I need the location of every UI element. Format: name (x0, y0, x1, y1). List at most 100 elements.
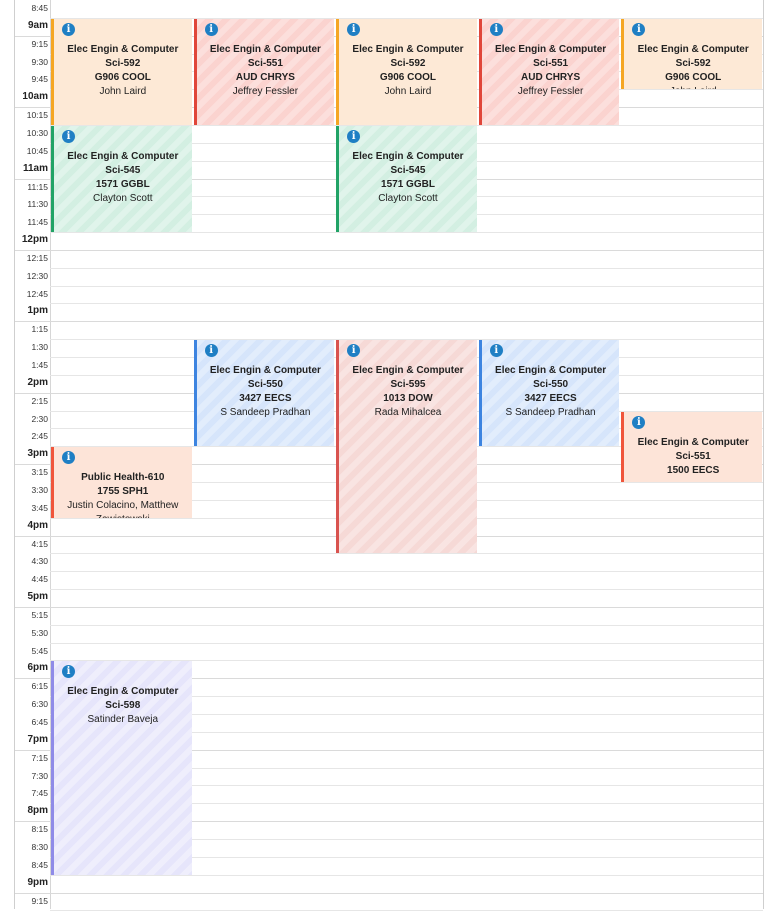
time-label: 9:30 (31, 56, 48, 67)
course-event-block[interactable]: i Elec Engin & Computer Sci-545 1571 GGBL C… (336, 125, 477, 233)
course-event-block[interactable]: i Elec Engin & Computer Sci-595 1013 DOW Ra… (336, 340, 477, 554)
info-icon[interactable]: i (204, 344, 218, 358)
info-icon[interactable]: i (347, 344, 361, 358)
time-label: 7pm (27, 733, 48, 745)
course-event-block[interactable]: i Elec Engin & Computer Sci-592 G906 COOL J… (51, 18, 192, 125)
time-label: 8:45 (31, 3, 48, 13)
course-event-block[interactable]: i Elec Engin & Computer Sci-550 3427 EECS S… (193, 340, 335, 447)
course-title: Elec Engin & Computer Sci-598 (67, 686, 179, 712)
info-icon[interactable]: i (347, 22, 361, 36)
time-label: 8:15 (31, 824, 48, 835)
time-label: 3:15 (31, 467, 48, 478)
time-row-line (50, 285, 763, 287)
time-row-line (50, 874, 763, 876)
info-icon[interactable]: i (632, 415, 646, 429)
info-icon[interactable]: i (489, 22, 503, 36)
course-event-block[interactable]: i Elec Engin & Computer Sci-551 AUD CHRYS J… (193, 18, 335, 125)
info-icon[interactable]: i (204, 22, 218, 36)
info-icon[interactable]: i (347, 129, 361, 143)
time-label: 6:45 (31, 717, 48, 727)
time-label: 6:30 (31, 699, 48, 710)
time-label: 1:15 (31, 324, 48, 335)
course-event-block[interactable]: i Elec Engin & Computer Sci-551 1500 EECS (621, 411, 762, 482)
time-label: 1:45 (31, 360, 48, 370)
course-instructor: Satinder Baveja (87, 714, 159, 726)
course-instructor: Justin Colacino, Matthew Zawistowski (67, 500, 179, 517)
info-icon[interactable]: i (62, 451, 75, 465)
info-icon[interactable]: i (62, 22, 75, 36)
time-row-line (50, 571, 763, 573)
course-instructor: John Laird (627, 85, 759, 89)
course-title: Public Health-610 (81, 472, 165, 484)
time-row-line (15, 892, 763, 894)
time-row-line (50, 553, 763, 555)
course-event-block[interactable]: i Elec Engin & Computer Sci-592 G906 COOL J… (621, 18, 762, 90)
time-label: 1:30 (31, 342, 48, 353)
course-event-block[interactable]: i Elec Engin & Computer Sci-551 AUD CHRYS J… (478, 18, 620, 125)
time-label: 10am (22, 91, 48, 103)
info-icon[interactable]: i (62, 665, 75, 679)
course-title: Elec Engin & Computer Sci-592 (67, 43, 179, 69)
time-label: 2pm (27, 376, 48, 388)
course-location: G906 COOL (665, 71, 722, 83)
time-label: 12:45 (26, 288, 48, 299)
course-instructor: Jeffrey Fessler (517, 85, 584, 97)
time-label: 12pm (21, 234, 48, 246)
course-title: Elec Engin & Computer Sci-545 (352, 150, 464, 176)
course-instructor: S Sandeep Pradhan (220, 407, 311, 419)
course-event-block[interactable]: i Elec Engin & Computer Sci-592 G906 COOL J… (336, 18, 477, 125)
course-event-block[interactable]: i Elec Engin & Computer Sci-550 3427 EECS S… (478, 340, 620, 447)
time-row-line (50, 267, 763, 269)
course-title: Elec Engin & Computer Sci-551 (637, 436, 749, 462)
course-event-block[interactable]: i Elec Engin & Computer Sci-598 Satinder B… (51, 661, 192, 875)
time-label: 8:45 (31, 859, 48, 870)
time-label: 5:45 (31, 645, 48, 656)
time-label: 11:45 (27, 217, 48, 228)
course-event-block[interactable]: i Public Health-610 1755 SPH1 Justin Colaci… (51, 447, 192, 518)
info-icon[interactable]: i (62, 129, 75, 143)
course-title: Elec Engin & Computer Sci-592 (637, 43, 749, 69)
time-label: 7:45 (31, 788, 48, 799)
course-title: Elec Engin & Computer Sci-550 (209, 365, 321, 391)
course-location: 1013 DOW (383, 393, 433, 405)
time-label: 6pm (27, 662, 48, 674)
time-label: 7:15 (31, 752, 48, 763)
time-label: 4pm (27, 519, 48, 531)
time-label: 9pm (27, 876, 48, 888)
course-instructor: John Laird (384, 85, 432, 97)
time-label: 11:30 (27, 199, 48, 210)
course-instructor: Rada Mihalcea (374, 407, 442, 419)
time-row-line (50, 303, 763, 305)
course-instructor: Jeffrey Fessler (232, 85, 299, 97)
time-label: 5pm (27, 591, 48, 603)
course-location: G906 COOL (94, 71, 151, 83)
time-row-line (15, 321, 763, 323)
course-location: 1500 EECS (667, 464, 720, 476)
time-row-line (50, 589, 763, 591)
time-label: 9:15 (31, 38, 48, 49)
time-label: 4:45 (31, 574, 48, 585)
course-location: G906 COOL (379, 71, 437, 83)
time-label: 10:30 (26, 127, 48, 138)
time-row-line (50, 232, 763, 234)
course-instructor: S Sandeep Pradhan (505, 407, 596, 419)
time-label: 5:30 (31, 627, 48, 638)
course-title: Elec Engin & Computer Sci-595 (352, 365, 464, 391)
time-label: 4:15 (31, 538, 48, 549)
time-row-line (50, 642, 763, 644)
time-label: 2:30 (31, 413, 48, 424)
time-label: 3:30 (31, 484, 48, 495)
time-label: 9am (27, 19, 48, 31)
time-label: 4:30 (31, 556, 48, 567)
time-label: 1pm (27, 305, 48, 317)
course-location: 3427 EECS (239, 393, 292, 405)
info-icon[interactable]: i (632, 22, 646, 36)
time-label: 12:15 (26, 252, 48, 263)
course-event-block[interactable]: i Elec Engin & Computer Sci-545 1571 GGBL C… (51, 125, 192, 233)
course-title: Elec Engin & Computer Sci-551 (209, 43, 321, 69)
course-location: 1571 GGBL (95, 178, 150, 190)
info-icon[interactable]: i (489, 344, 503, 358)
weekly-schedule-grid: 8:45 9am 9:15 9:30 9:45 10am 10:15 10:30 10:45 11… (14, 0, 764, 911)
time-label: 11am (22, 162, 48, 174)
time-row-line (50, 624, 763, 626)
